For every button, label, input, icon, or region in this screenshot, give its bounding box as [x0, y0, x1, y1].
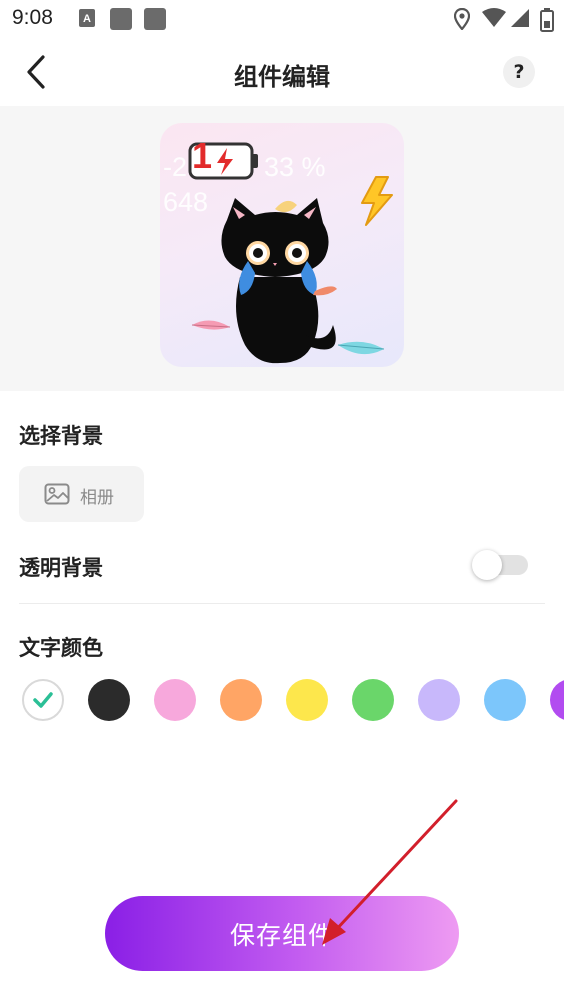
color-swatch-purple[interactable] — [550, 679, 564, 721]
pink-feather-icon — [191, 320, 231, 330]
transparent-background-toggle[interactable] — [472, 550, 528, 580]
save-widget-label: 保存组件 — [229, 921, 334, 950]
help-button[interactable]: ? — [503, 56, 535, 88]
color-swatch-yellow[interactable] — [286, 679, 328, 721]
background-section-title: 选择背景 — [19, 424, 103, 448]
app-notification-icon-2 — [144, 8, 166, 34]
widget-preview-card[interactable]: -2 33 % 648 1 — [160, 123, 404, 367]
lightning-bolt-icon — [361, 176, 393, 226]
crying-cat-illustration — [221, 198, 337, 364]
wifi-icon — [482, 8, 506, 32]
nav-bar: 组件编辑 ? — [0, 40, 564, 106]
widget-text-line1-right: 33 % — [264, 152, 326, 182]
color-swatch-green[interactable] — [352, 679, 394, 721]
color-swatch-lavender[interactable] — [418, 679, 460, 721]
color-swatch-blue[interactable] — [484, 679, 526, 721]
save-widget-button[interactable]: 保存组件 — [105, 896, 459, 971]
status-bar: 9:08 A — [0, 0, 564, 40]
status-time: 9:08 — [12, 6, 53, 29]
widget-text-line1: -2 — [163, 152, 188, 182]
color-swatch-orange[interactable] — [220, 679, 262, 721]
cell-signal-icon — [510, 8, 530, 32]
font-app-notification-icon: A — [78, 8, 96, 32]
toggle-knob — [472, 550, 502, 580]
app-notification-icon — [110, 8, 132, 34]
color-swatch-white[interactable] — [22, 679, 64, 721]
transparent-background-label: 透明背景 — [19, 556, 103, 580]
checkmark-icon — [33, 692, 53, 708]
album-button[interactable]: 相册 — [19, 466, 144, 522]
album-label: 相册 — [80, 488, 114, 508]
widget-preview-area: -2 33 % 648 1 — [0, 106, 564, 391]
divider — [19, 603, 545, 604]
color-swatch-black[interactable] — [88, 679, 130, 721]
battery-icon — [540, 8, 554, 36]
text-color-title: 文字颜色 — [19, 636, 103, 660]
color-swatch-pink[interactable] — [154, 679, 196, 721]
image-icon — [44, 483, 70, 505]
svg-text:A: A — [83, 13, 91, 25]
widget-text-line2: 648 — [163, 187, 209, 217]
page-title: 组件编辑 — [234, 63, 330, 91]
battery-digit: 1 — [192, 135, 213, 176]
location-icon — [453, 7, 471, 34]
blue-feather-icon — [337, 341, 385, 355]
